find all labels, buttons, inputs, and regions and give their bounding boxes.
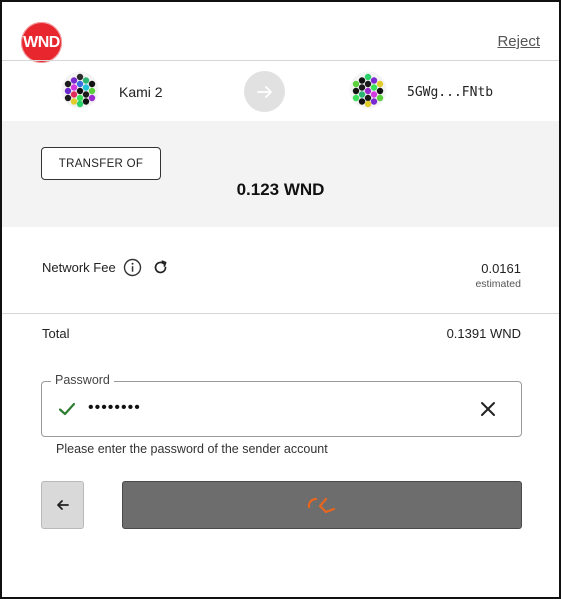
sender-identicon-icon — [61, 71, 99, 109]
password-label: Password — [51, 373, 114, 387]
network-fee-value: 0.0161 estimated — [475, 261, 521, 290]
info-icon[interactable] — [123, 258, 142, 277]
divider — [2, 313, 559, 314]
fee-amount: 0.0161 — [481, 261, 521, 276]
transfer-type-chip: TRANSFER OF — [41, 147, 161, 180]
transfer-amount: 0.123 WND — [236, 180, 325, 199]
divider — [2, 60, 559, 61]
fee-actions — [123, 258, 169, 277]
arrow-left-icon — [56, 500, 69, 510]
recipient-identicon-icon — [349, 71, 387, 109]
loading-spinner-icon — [307, 497, 336, 514]
clear-icon[interactable] — [478, 399, 498, 419]
refresh-icon[interactable] — [152, 259, 169, 276]
password-helper-text: Please enter the password of the sender … — [56, 442, 328, 456]
password-input[interactable]: •••••••• — [88, 399, 141, 417]
transfer-summary: TRANSFER OF 0.123 WND — [2, 121, 559, 227]
transfer-direction — [244, 71, 285, 112]
total-value: 0.1391 WND — [446, 326, 521, 341]
fee-estimated-note: estimated — [475, 278, 521, 290]
sign-transaction-button[interactable] — [122, 481, 522, 529]
total-label: Total — [42, 326, 70, 341]
network-fee-label: Network Fee — [42, 260, 116, 275]
transfer-confirm-window: WND Reject Kami 2 5GWg...FNtb TRANSFER O… — [0, 0, 561, 599]
sender-name: Kami 2 — [119, 84, 163, 100]
reject-link[interactable]: Reject — [497, 33, 540, 50]
back-button[interactable] — [41, 481, 84, 529]
recipient-address: 5GWg...FNtb — [407, 85, 494, 100]
check-icon — [58, 402, 76, 416]
network-logo: WND — [21, 22, 62, 63]
arrow-right-icon — [256, 85, 272, 98]
